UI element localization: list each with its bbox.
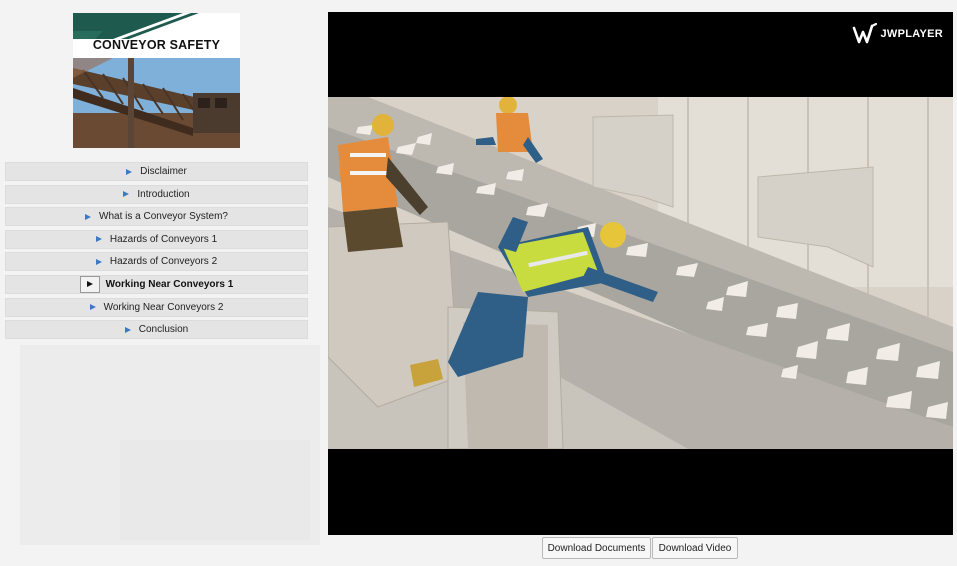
jwplayer-icon	[853, 22, 878, 44]
download-documents-button[interactable]: Download Documents	[542, 537, 651, 559]
menu-item-introduction[interactable]: Introduction	[5, 184, 308, 204]
menu-item-hazards-2[interactable]: Hazards of Conveyors 2	[5, 252, 308, 272]
menu-item-conclusion[interactable]: Conclusion	[5, 320, 308, 340]
menu-item-working-near-2[interactable]: Working Near Conveyors 2	[5, 297, 308, 317]
menu-item-hazards-1[interactable]: Hazards of Conveyors 1	[5, 229, 308, 249]
jwplayer-logo[interactable]: JWPLAYER	[852, 22, 943, 46]
logo-stripes	[73, 13, 199, 39]
play-arrow-icon	[95, 236, 102, 243]
play-arrow-icon	[89, 304, 96, 311]
menu-item-what-is-conveyor[interactable]: What is a Conveyor System?	[5, 207, 308, 227]
chapter-menu: Disclaimer Introduction What is a Convey…	[5, 162, 308, 343]
video-frame[interactable]	[328, 97, 953, 449]
download-video-button[interactable]: Download Video	[652, 537, 738, 559]
play-arrow-icon	[123, 191, 130, 198]
course-title: CONVEYOR SAFETY	[92, 38, 221, 52]
menu-item-label: Hazards of Conveyors 1	[109, 233, 218, 245]
play-arrow-icon	[95, 258, 102, 265]
play-arrow-icon	[126, 168, 133, 175]
menu-item-label: Introduction	[137, 188, 190, 200]
menu-item-label: Conclusion	[138, 324, 189, 336]
menu-item-label: Working Near Conveyors 1	[105, 278, 234, 290]
menu-item-label: Hazards of Conveyors 2	[109, 256, 218, 268]
background-ghost-image	[120, 440, 310, 540]
menu-item-label: Working Near Conveyors 2	[103, 301, 224, 313]
play-button-icon	[79, 275, 100, 293]
course-logo: CONVEYOR SAFETY	[73, 13, 240, 58]
jwplayer-brand: JWPLAYER	[880, 28, 943, 40]
menu-item-disclaimer[interactable]: Disclaimer	[5, 162, 308, 181]
video-player[interactable]: JWPLAYER	[328, 12, 953, 535]
course-photo	[73, 58, 240, 148]
menu-item-working-near-1[interactable]: Working Near Conveyors 1	[5, 274, 308, 294]
menu-item-label: Disclaimer	[140, 166, 187, 177]
play-arrow-icon	[124, 326, 131, 333]
menu-item-label: What is a Conveyor System?	[99, 211, 228, 223]
play-arrow-icon	[85, 213, 92, 220]
